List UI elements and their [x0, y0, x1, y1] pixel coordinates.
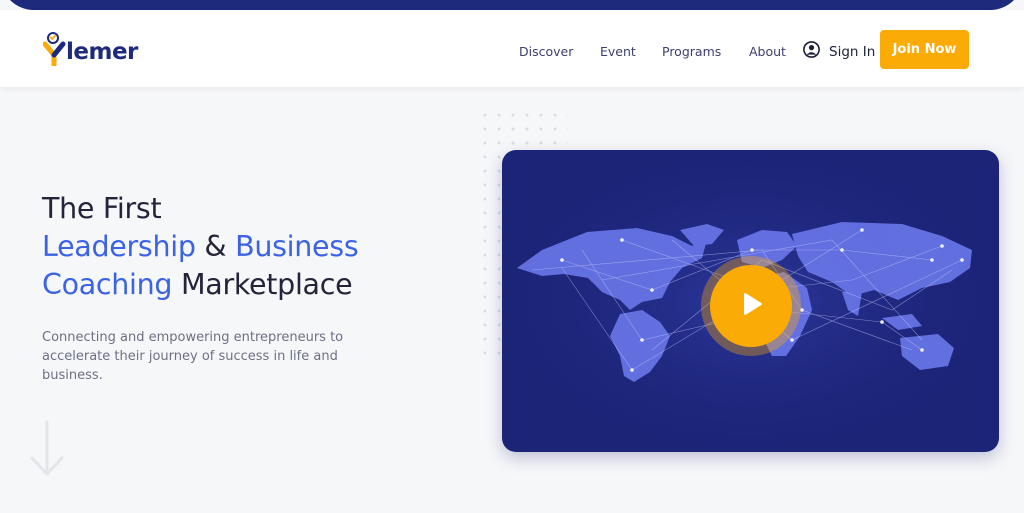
nav-programs[interactable]: Programs	[662, 44, 721, 59]
title-business: Business	[235, 230, 359, 263]
hero-subtitle: Connecting and empowering entrepreneurs …	[42, 330, 344, 383]
arrow-down-icon[interactable]	[28, 420, 66, 483]
nav-about[interactable]: About	[749, 44, 786, 59]
nav-discover[interactable]: Discover	[519, 44, 573, 59]
title-marketplace: Marketplace	[180, 268, 353, 301]
title-coaching: Coaching	[42, 268, 173, 301]
nav-event[interactable]: Event	[600, 44, 636, 59]
top-stripe	[0, 0, 1024, 10]
brand-name: lemer	[66, 39, 138, 65]
play-button-inner	[710, 265, 792, 347]
brand-logo[interactable]: lemer	[42, 26, 143, 68]
title-amp: &	[204, 230, 227, 263]
user-circle-icon	[803, 41, 820, 63]
logo-mark-icon	[42, 32, 69, 68]
title-line-1: The First	[42, 192, 162, 225]
video-player[interactable]	[502, 150, 999, 452]
sign-in-link[interactable]: Sign In	[803, 41, 875, 63]
title-leadership: Leadership	[42, 230, 196, 263]
sign-in-label: Sign In	[829, 44, 876, 60]
page: lemer Discover Event Programs About Sign…	[0, 0, 1024, 513]
hero-title: The First Leadership & Business Coaching…	[42, 190, 482, 304]
play-button[interactable]	[701, 256, 801, 356]
site-header: lemer Discover Event Programs About Sign…	[0, 10, 1024, 87]
play-icon	[736, 289, 766, 324]
join-now-button[interactable]: Join Now	[880, 30, 969, 69]
